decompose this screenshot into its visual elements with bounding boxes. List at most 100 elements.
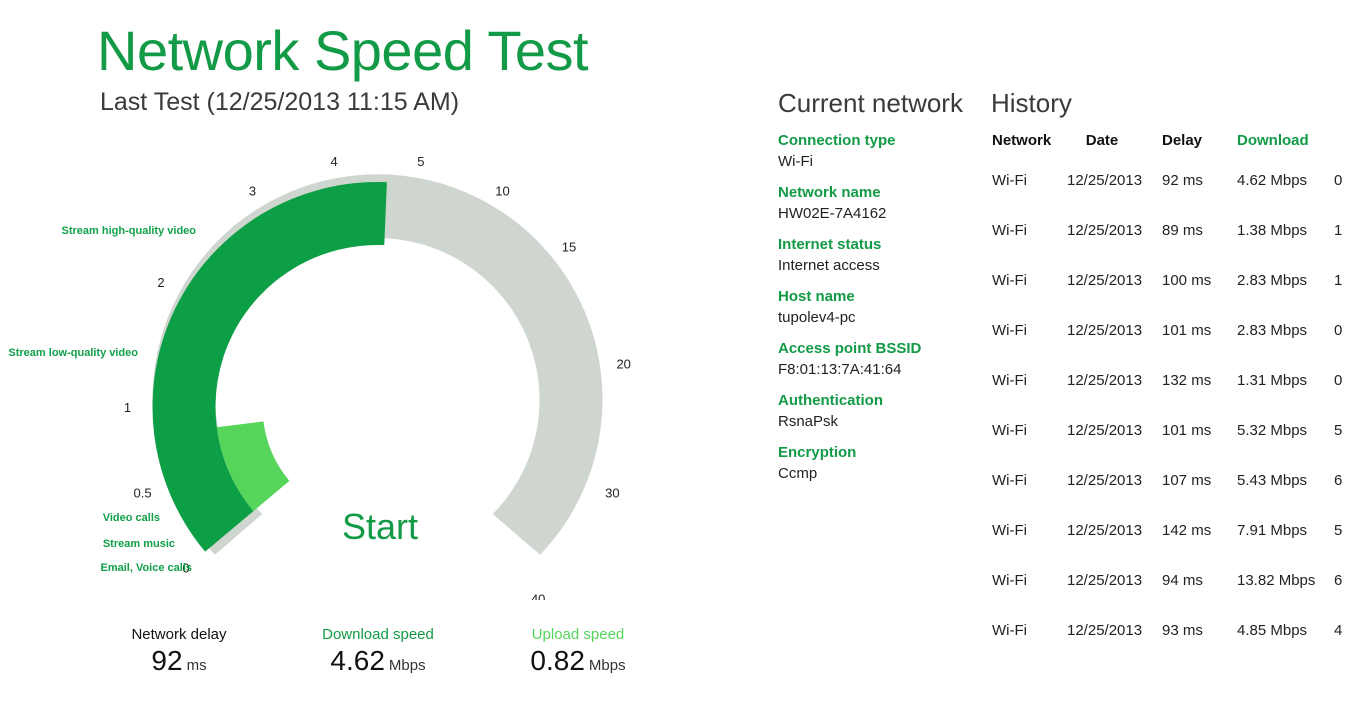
upload-speed-stat: Upload speed 0.82 Mbps <box>510 626 646 677</box>
history-row[interactable]: Wi-Fi 12/25/2013 101 ms 2.83 Mbps 0 <box>992 322 1345 342</box>
gauge-scale-label: 2 <box>157 275 164 290</box>
history-row[interactable]: Wi-Fi 12/25/2013 92 ms 4.62 Mbps 0 <box>992 172 1345 192</box>
gauge-scale-label: 20 <box>616 357 630 372</box>
history-cell: Wi-Fi <box>992 322 1027 339</box>
history-cell: 101 ms <box>1162 322 1212 339</box>
network-item-value: tupolev4-pc <box>778 309 856 326</box>
download-speed-label: Download speed <box>322 626 434 643</box>
history-cell: Wi-Fi <box>992 522 1027 539</box>
gauge-activity-label: Stream music <box>103 538 175 550</box>
history-cell: 92 ms <box>1162 172 1203 189</box>
gauge-scale-label: 30 <box>605 486 619 501</box>
history-cell: 12/25/2013 <box>1067 372 1143 389</box>
history-header-row: Network Date Delay Download <box>992 132 1345 152</box>
history-cell: 2.83 Mbps <box>1237 322 1308 339</box>
upload-speed-value: 0.82 <box>530 645 585 676</box>
history-cell: Wi-Fi <box>992 572 1027 589</box>
gauge-activity-label: Email, Voice calls <box>100 562 192 574</box>
history-cell: 93 ms <box>1162 622 1203 639</box>
history-cell: 94 ms <box>1162 572 1203 589</box>
gauge-activity-label: Stream high-quality video <box>62 225 197 237</box>
history-cell: Wi-Fi <box>992 272 1027 289</box>
history-cell: 12/25/2013 <box>1067 572 1143 589</box>
gauge-scale-label: 15 <box>562 239 576 254</box>
history-cell-clipped: 6 <box>1334 572 1343 589</box>
download-speed-unit: Mbps <box>388 657 426 674</box>
gauge-scale-label: 40 <box>531 592 545 601</box>
network-item: Network name HW02E-7A4162 <box>778 184 978 236</box>
network-item: Encryption Ccmp <box>778 444 978 496</box>
history-cell: 12/25/2013 <box>1067 622 1143 639</box>
history-column-header: Network <box>992 132 1052 149</box>
network-item: Access point BSSID F8:01:13:7A:41:64 <box>778 340 978 392</box>
history-cell: 142 ms <box>1162 522 1212 539</box>
history-column-header: Download <box>1237 132 1309 149</box>
history-cell-clipped: 4 <box>1334 622 1343 639</box>
history-cell: 12/25/2013 <box>1067 522 1143 539</box>
current-network-list: Connection type Wi-Fi Network name HW02E-7… <box>778 132 978 496</box>
download-speed-stat: Download speed 4.62 Mbps <box>308 626 448 677</box>
gauge-scale-label: 1 <box>124 400 131 415</box>
network-item: Host name tupolev4-pc <box>778 288 978 340</box>
history-cell: 13.82 Mbps <box>1237 572 1316 589</box>
history-cell: 100 ms <box>1162 272 1212 289</box>
history-cell: 5.32 Mbps <box>1237 422 1308 439</box>
history-cell-clipped: 6 <box>1334 472 1343 489</box>
history-cell-clipped: 0 <box>1334 372 1343 389</box>
history-cell-clipped: 0 <box>1334 322 1343 339</box>
network-item: Internet status Internet access <box>778 236 978 288</box>
history-cell-clipped: 5 <box>1334 422 1343 439</box>
history-row[interactable]: Wi-Fi 12/25/2013 142 ms 7.91 Mbps 5 <box>992 522 1345 542</box>
network-item-value: HW02E-7A4162 <box>778 205 887 222</box>
network-item-label: Internet status <box>778 236 882 253</box>
history-cell: 12/25/2013 <box>1067 422 1143 439</box>
last-test-label: Last Test (12/25/2013 11:15 AM) <box>100 88 460 116</box>
history-cell-clipped: 0 <box>1334 172 1343 189</box>
history-cell: 2.83 Mbps <box>1237 272 1308 289</box>
history-row[interactable]: Wi-Fi 12/25/2013 94 ms 13.82 Mbps 6 <box>992 572 1345 592</box>
history-table: Network Date Delay Download Wi-Fi 12/25/2013 9… <box>992 132 1345 652</box>
gauge-activity-label: Stream low-quality video <box>8 347 138 359</box>
history-cell: 4.62 Mbps <box>1237 172 1308 189</box>
history-cell-clipped: 1 <box>1334 272 1343 289</box>
history-cell: Wi-Fi <box>992 422 1027 439</box>
history-cell: 12/25/2013 <box>1067 322 1143 339</box>
start-button[interactable]: Start <box>330 506 430 548</box>
history-column-header: Date <box>1085 132 1119 149</box>
history-cell: 12/25/2013 <box>1067 222 1143 239</box>
network-delay-label: Network delay <box>131 626 227 643</box>
history-cell: 89 ms <box>1162 222 1203 239</box>
network-delay-unit: ms <box>186 657 207 674</box>
network-item-label: Authentication <box>778 392 883 409</box>
gauge-scale-label: 0.5 <box>134 486 152 501</box>
history-cell: Wi-Fi <box>992 172 1027 189</box>
history-cell-clipped: 5 <box>1334 522 1343 539</box>
history-cell: 1.38 Mbps <box>1237 222 1308 239</box>
history-cell: 132 ms <box>1162 372 1212 389</box>
history-row[interactable]: Wi-Fi 12/25/2013 93 ms 4.85 Mbps 4 <box>992 622 1345 642</box>
history-cell: 5.43 Mbps <box>1237 472 1308 489</box>
app-title: Network Speed Test <box>97 19 589 82</box>
network-item-value: Internet access <box>778 257 880 274</box>
history-cell-clipped: 1 <box>1334 222 1343 239</box>
upload-speed-unit: Mbps <box>588 657 626 674</box>
network-item-label: Access point BSSID <box>778 340 922 357</box>
network-item: Authentication RsnaPsk <box>778 392 978 444</box>
history-row[interactable]: Wi-Fi 12/25/2013 100 ms 2.83 Mbps 1 <box>992 272 1345 292</box>
history-row[interactable]: Wi-Fi 12/25/2013 89 ms 1.38 Mbps 1 <box>992 222 1345 242</box>
history-cell: 4.85 Mbps <box>1237 622 1308 639</box>
network-item-value: Wi-Fi <box>778 153 813 170</box>
history-cell: Wi-Fi <box>992 472 1027 489</box>
history-row[interactable]: Wi-Fi 12/25/2013 132 ms 1.31 Mbps 0 <box>992 372 1345 392</box>
network-item-label: Connection type <box>778 132 896 149</box>
network-item-value: F8:01:13:7A:41:64 <box>778 361 902 378</box>
network-delay-stat: Network delay 92 ms <box>115 626 243 677</box>
upload-speed-label: Upload speed <box>531 626 625 643</box>
history-row[interactable]: Wi-Fi 12/25/2013 107 ms 5.43 Mbps 6 <box>992 472 1345 492</box>
history-row[interactable]: Wi-Fi 12/25/2013 101 ms 5.32 Mbps 5 <box>992 422 1345 442</box>
gauge-scale-label: 4 <box>330 154 337 169</box>
gauge-scale-label: 5 <box>417 154 424 169</box>
gauge-scale-label: 3 <box>249 184 256 199</box>
history-cell: 1.31 Mbps <box>1237 372 1308 389</box>
network-item-value: RsnaPsk <box>778 413 839 430</box>
